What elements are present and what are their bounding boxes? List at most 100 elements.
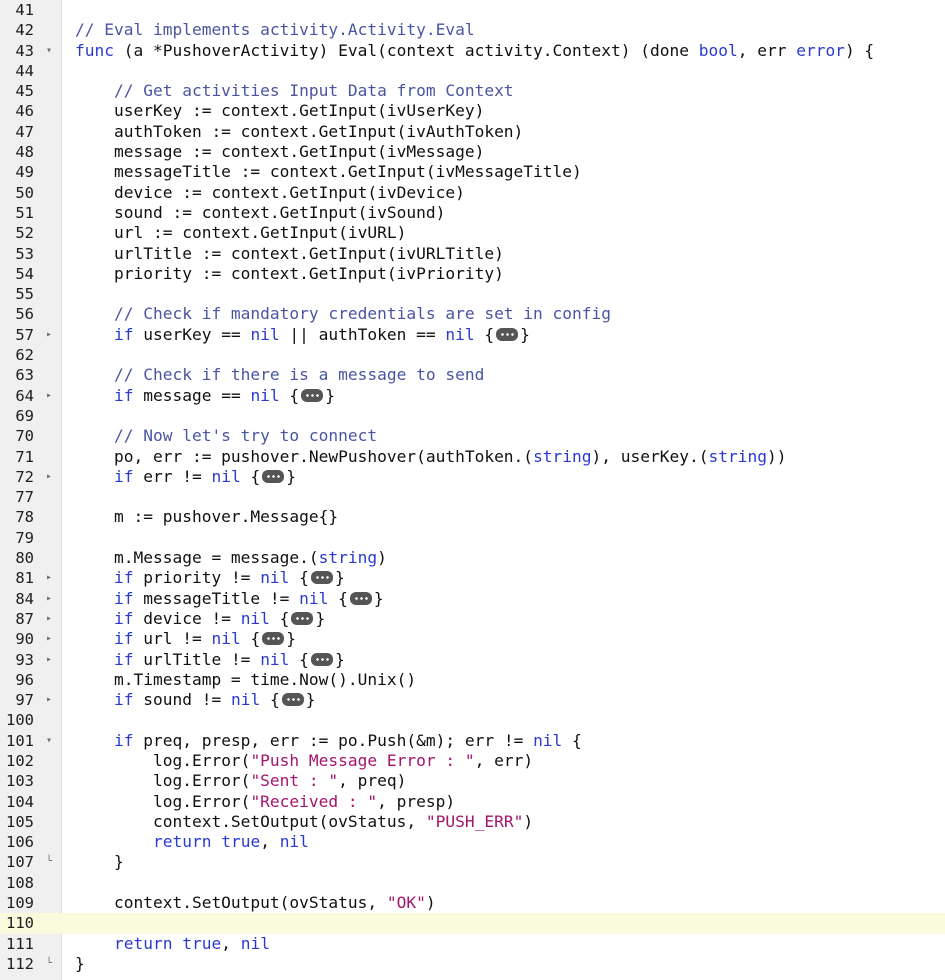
code-line[interactable]: 111 return true, nil: [0, 934, 945, 954]
fold-expanded-icon[interactable]: ▾: [42, 731, 56, 751]
code-line[interactable]: 49 messageTitle := context.GetInput(ivMe…: [0, 162, 945, 182]
code-line[interactable]: 42 // Eval implements activity.Activity.E…: [0, 20, 945, 40]
code-token: userKey := context.GetInput(ivUserKey): [113, 101, 485, 121]
code-text: authToken := context.GetInput(ivAuthToke…: [75, 122, 523, 142]
collapsed-block-icon[interactable]: [310, 571, 333, 585]
code-token: }: [75, 953, 85, 973]
line-number: 93: [15, 650, 34, 669]
code-string: "PUSH_ERR": [425, 811, 524, 831]
code-line[interactable]: 90 ▸ if url != nil {}: [0, 629, 945, 649]
code-line[interactable]: 80 m.Message = message.(string): [0, 548, 945, 568]
code-line[interactable]: 78 m := pushover.Message{}: [0, 507, 945, 527]
code-text: message := context.GetInput(ivMessage): [75, 142, 484, 162]
code-line[interactable]: 51 sound := context.GetInput(ivSound): [0, 203, 945, 223]
code-token: }: [325, 385, 335, 405]
code-line[interactable]: 105 context.SetOutput(ovStatus, "PUSH_ER…: [0, 812, 945, 832]
code-keyword: nil: [260, 568, 290, 588]
line-number: 51: [15, 203, 34, 222]
code-text: log.Error("Push Message Error : ", err): [75, 751, 533, 771]
code-keyword: if: [113, 690, 134, 710]
code-line[interactable]: 79: [0, 528, 945, 548]
code-line[interactable]: 102 log.Error("Push Message Error : ", e…: [0, 751, 945, 771]
collapsed-block-icon[interactable]: [291, 611, 314, 625]
code-line[interactable]: 43 ▾ func (a *PushoverActivity) Eval(conte…: [0, 41, 945, 61]
code-line[interactable]: 109 context.SetOutput(ovStatus, "OK"): [0, 893, 945, 913]
code-text: log.Error("Sent : ", preq): [75, 771, 406, 791]
fold-collapsed-icon[interactable]: ▸: [42, 467, 56, 487]
code-line[interactable]: 100: [0, 710, 945, 730]
code-line[interactable]: 87 ▸ if device != nil {}: [0, 609, 945, 629]
code-line[interactable]: 45 // Get activities Input Data from Con…: [0, 81, 945, 101]
code-line[interactable]: 103 log.Error("Sent : ", preq): [0, 771, 945, 791]
code-line[interactable]: 112 └}: [0, 954, 945, 974]
code-line[interactable]: 56 // Check if mandatory credentials are…: [0, 304, 945, 324]
line-number: 41: [15, 1, 34, 19]
code-line[interactable]: 69: [0, 406, 945, 426]
code-keyword: return: [152, 832, 212, 852]
code-line[interactable]: 52 url := context.GetInput(ivURL): [0, 223, 945, 243]
line-number: 57: [15, 325, 34, 344]
code-line[interactable]: 64 ▸ if message == nil {}: [0, 386, 945, 406]
line-number: 101: [6, 731, 34, 750]
fold-end-icon[interactable]: └: [42, 852, 56, 872]
code-line[interactable]: 104 log.Error("Received : ", presp): [0, 792, 945, 812]
code-line[interactable]: 84 ▸ if messageTitle != nil {}: [0, 589, 945, 609]
collapsed-block-icon[interactable]: [281, 693, 304, 707]
fold-collapsed-icon[interactable]: ▸: [42, 386, 56, 406]
fold-collapsed-icon[interactable]: ▸: [42, 568, 56, 588]
code-keyword: error: [796, 40, 845, 60]
fold-collapsed-icon[interactable]: ▸: [42, 589, 56, 609]
code-token: , err: [737, 40, 797, 60]
code-line[interactable]: 77: [0, 487, 945, 507]
code-line[interactable]: 48 message := context.GetInput(ivMessage…: [0, 142, 945, 162]
collapsed-block-icon[interactable]: [262, 469, 285, 483]
code-line[interactable]: 97 ▸ if sound != nil {}: [0, 690, 945, 710]
code-line[interactable]: 47 authToken := context.GetInput(ivAuthT…: [0, 122, 945, 142]
code-line[interactable]: 53 urlTitle := context.GetInput(ivURLTit…: [0, 244, 945, 264]
line-number: 110: [6, 914, 34, 933]
code-line[interactable]: 50 device := context.GetInput(ivDevice): [0, 183, 945, 203]
fold-expanded-icon[interactable]: ▾: [42, 41, 56, 61]
code-text: if priority != nil {}: [75, 568, 345, 588]
fold-collapsed-icon[interactable]: ▸: [42, 325, 56, 345]
code-line[interactable]: 70 // Now let's try to connect: [0, 426, 945, 446]
code-line[interactable]: 93 ▸ if urlTitle != nil {}: [0, 650, 945, 670]
code-text: return true, nil: [75, 832, 309, 852]
collapsed-block-icon[interactable]: [496, 327, 519, 341]
code-line[interactable]: 44: [0, 61, 945, 81]
line-number: 108: [6, 873, 34, 892]
code-text: log.Error("Received : ", presp): [75, 792, 455, 812]
code-editor[interactable]: 41 42 // Eval implements activity.Activity…: [0, 0, 945, 980]
code-line[interactable]: 101 ▾ if preq, presp, err := po.Push(&m);…: [0, 731, 945, 751]
fold-collapsed-icon[interactable]: ▸: [42, 609, 56, 629]
code-token: }: [286, 629, 296, 649]
code-line[interactable]: 71 po, err := pushover.NewPushover(authT…: [0, 447, 945, 467]
collapsed-block-icon[interactable]: [301, 388, 324, 402]
line-number: 56: [15, 305, 34, 324]
code-text: sound := context.GetInput(ivSound): [75, 203, 445, 223]
code-line[interactable]: 106 return true, nil: [0, 832, 945, 852]
code-line[interactable]: 107 └ }: [0, 852, 945, 872]
fold-collapsed-icon[interactable]: ▸: [42, 690, 56, 710]
code-text: m.Message = message.(string): [75, 548, 387, 568]
code-line[interactable]: 96 m.Timestamp = time.Now().Unix(): [0, 670, 945, 690]
code-line-active[interactable]: 110: [0, 913, 945, 934]
code-line[interactable]: 57 ▸ if userKey == nil || authToken == ni…: [0, 325, 945, 345]
code-area[interactable]: 41 42 // Eval implements activity.Activity…: [0, 0, 945, 974]
code-line[interactable]: 55: [0, 284, 945, 304]
collapsed-block-icon[interactable]: [349, 591, 372, 605]
code-text: }: [75, 954, 85, 974]
code-line[interactable]: 81 ▸ if priority != nil {}: [0, 568, 945, 588]
code-line[interactable]: 63 // Check if there is a message to sen…: [0, 365, 945, 385]
code-line[interactable]: 41: [0, 0, 945, 20]
code-line[interactable]: 54 priority := context.GetInput(ivPriori…: [0, 264, 945, 284]
fold-collapsed-icon[interactable]: ▸: [42, 629, 56, 649]
code-line[interactable]: 72 ▸ if err != nil {}: [0, 467, 945, 487]
collapsed-block-icon[interactable]: [262, 632, 285, 646]
code-line[interactable]: 46 userKey := context.GetInput(ivUserKey…: [0, 101, 945, 121]
fold-end-icon[interactable]: └: [42, 954, 56, 974]
fold-collapsed-icon[interactable]: ▸: [42, 650, 56, 670]
collapsed-block-icon[interactable]: [310, 652, 333, 666]
code-line[interactable]: 108: [0, 873, 945, 893]
code-line[interactable]: 62: [0, 345, 945, 365]
